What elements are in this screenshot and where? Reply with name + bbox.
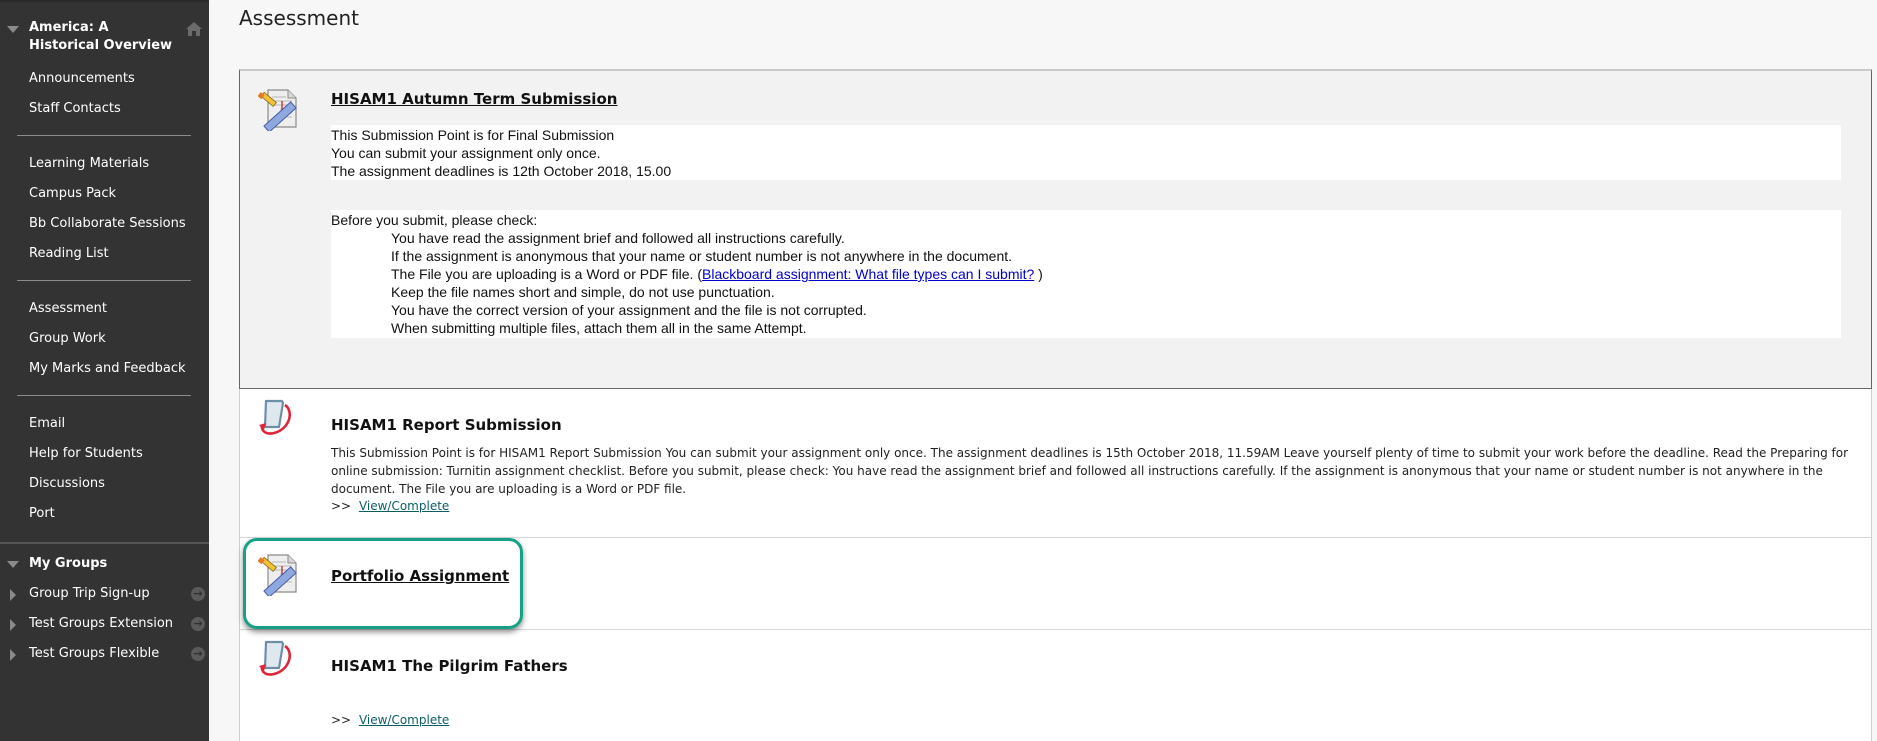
group-item-label[interactable]: Test Groups Flexible (29, 646, 159, 662)
info-line: The assignment deadlines is 12th October… (331, 163, 672, 179)
page-title: Assessment (239, 6, 359, 30)
file-types-help-link[interactable]: Blackboard assignment: What file types c… (702, 266, 1034, 282)
submission-info-block: This Submission Point is for Final Submi… (331, 125, 1841, 180)
expand-triangle-icon[interactable] (10, 589, 16, 601)
view-complete-link[interactable]: View/Complete (359, 499, 449, 513)
collapse-triangle-icon[interactable] (7, 561, 19, 568)
view-complete-row: >> View/Complete (331, 497, 449, 515)
sidebar-item-discussions[interactable]: Discussions (29, 476, 105, 492)
turnitin-icon (259, 640, 291, 676)
view-complete-row: >> View/Complete (331, 711, 449, 729)
sidebar-section-divider (0, 542, 209, 544)
group-item-label[interactable]: Group Trip Sign-up (29, 586, 150, 602)
checklist-item: You have read the assignment brief and f… (391, 230, 845, 246)
link-prefix: >> (331, 499, 352, 513)
content-item-autumn-term-submission: HISAM1 Autumn Term Submission This Submi… (239, 69, 1872, 389)
checklist-heading: Before you submit, please check: (331, 212, 538, 228)
turnitin-icon (259, 399, 291, 435)
sidebar-item-announcements[interactable]: Announcements (29, 71, 135, 87)
sidebar-divider (17, 395, 191, 396)
sidebar-item-assessment[interactable]: Assessment (29, 301, 107, 317)
group-item-label[interactable]: Test Groups Extension (29, 616, 173, 632)
course-title[interactable]: America: A Historical Overview (29, 19, 179, 55)
go-arrow-icon[interactable]: → (191, 617, 205, 631)
sidebar-divider (17, 135, 191, 136)
sidebar-item-email[interactable]: Email (29, 416, 65, 432)
sidebar-item-reading-list[interactable]: Reading List (29, 246, 109, 262)
item-title-link[interactable]: HISAM1 Autumn Term Submission (331, 90, 617, 108)
content-item-portfolio-assignment: Portfolio Assignment (240, 538, 1871, 630)
sidebar-divider (17, 280, 191, 281)
course-menu-sidebar: America: A Historical Overview Announcem… (0, 0, 209, 741)
go-arrow-icon[interactable]: → (191, 587, 205, 601)
checklist-item: When submitting multiple files, attach t… (391, 320, 807, 336)
go-arrow-icon[interactable]: → (191, 647, 205, 661)
item-description: This Submission Point is for HISAM1 Repo… (331, 446, 1849, 496)
group-item-test-groups-flexible[interactable]: Test Groups Flexible → (0, 646, 209, 666)
sidebar-item-my-marks-and-feedback[interactable]: My Marks and Feedback (29, 361, 186, 377)
sidebar-top-border (0, 0, 209, 2)
link-prefix: >> (331, 713, 352, 727)
assignment-icon (258, 89, 297, 131)
item-title: HISAM1 Report Submission (331, 416, 562, 434)
item-title: HISAM1 The Pilgrim Fathers (331, 657, 568, 675)
sidebar-item-bb-collaborate-sessions[interactable]: Bb Collaborate Sessions (29, 216, 186, 232)
collapse-triangle-icon[interactable] (7, 26, 19, 33)
info-line: You can submit your assignment only once… (331, 145, 601, 161)
sidebar-item-port[interactable]: Port (29, 506, 55, 522)
submission-checklist-block: Before you submit, please check: You hav… (331, 210, 1841, 338)
checklist-item-suffix: ) (1034, 266, 1043, 282)
sidebar-item-help-for-students[interactable]: Help for Students (29, 446, 143, 462)
expand-triangle-icon[interactable] (10, 619, 16, 631)
sidebar-item-campus-pack[interactable]: Campus Pack (29, 186, 116, 202)
checklist-item: Keep the file names short and simple, do… (391, 284, 775, 300)
content-item-pilgrim-fathers: HISAM1 The Pilgrim Fathers >> View/Compl… (240, 630, 1871, 741)
checklist-item: If the assignment is anonymous that your… (391, 248, 1013, 264)
expand-triangle-icon[interactable] (10, 649, 16, 661)
group-item-test-groups-extension[interactable]: Test Groups Extension → (0, 616, 209, 636)
sidebar-item-learning-materials[interactable]: Learning Materials (29, 156, 149, 172)
group-item-trip-sign-up[interactable]: Group Trip Sign-up → (0, 586, 209, 606)
assignment-icon (258, 554, 297, 596)
info-line: This Submission Point is for Final Submi… (331, 127, 615, 143)
sidebar-item-group-work[interactable]: Group Work (29, 331, 106, 347)
home-icon[interactable] (186, 22, 202, 36)
my-groups-label[interactable]: My Groups (29, 556, 107, 572)
checklist-item: You have the correct version of your ass… (391, 302, 867, 318)
content-item-report-submission: HISAM1 Report Submission This Submission… (240, 389, 1871, 538)
checklist-item-file-type: The File you are uploading is a Word or … (331, 265, 1841, 283)
item-title-link[interactable]: Portfolio Assignment (331, 567, 509, 585)
view-complete-link[interactable]: View/Complete (359, 713, 449, 727)
content-list: HISAM1 Autumn Term Submission This Submi… (239, 69, 1872, 741)
sidebar-item-staff-contacts[interactable]: Staff Contacts (29, 101, 121, 117)
checklist-item-text: The File you are uploading is a Word or … (391, 266, 702, 282)
